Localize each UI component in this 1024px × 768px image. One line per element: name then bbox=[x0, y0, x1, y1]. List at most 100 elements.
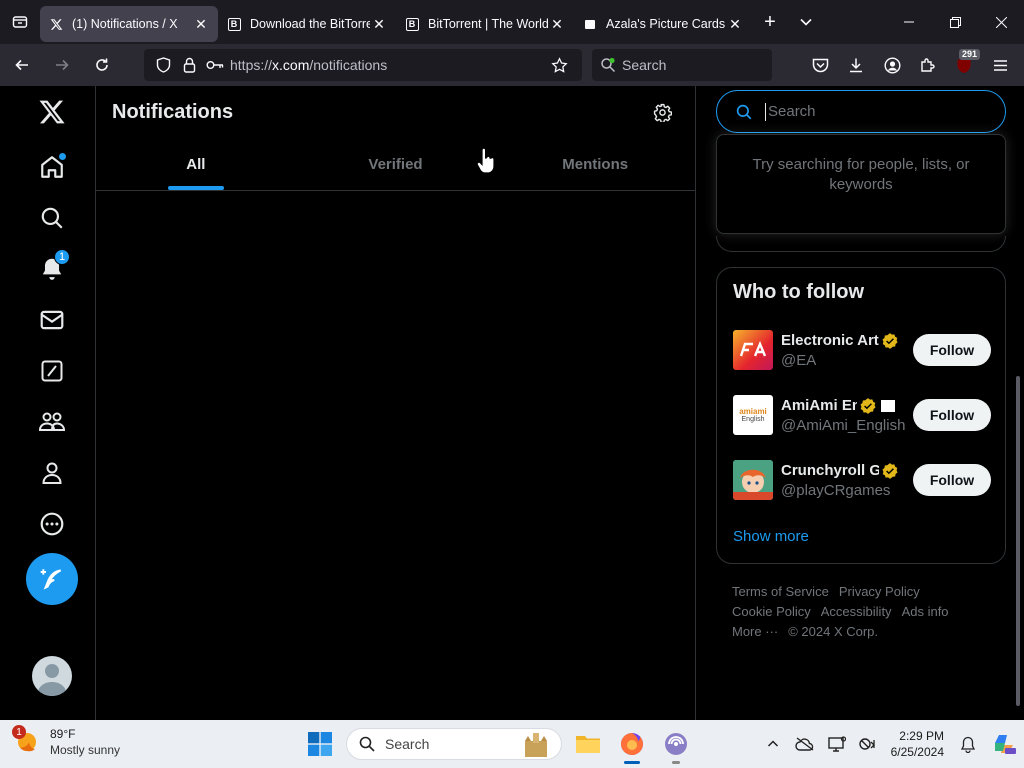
taskbar-search-label: Search bbox=[385, 736, 430, 752]
onedrive-button[interactable] bbox=[789, 724, 821, 764]
extensions-button[interactable] bbox=[910, 49, 946, 81]
forward-button[interactable] bbox=[44, 49, 80, 81]
browser-tab-bittorrent-download[interactable]: B Download the BitTorrent ✕ bbox=[218, 6, 396, 42]
notifications-header: Notifications bbox=[96, 86, 695, 138]
show-hidden-icons-button[interactable] bbox=[757, 724, 789, 764]
close-tab-icon[interactable]: ✕ bbox=[726, 15, 744, 33]
gold-verified-badge-icon bbox=[882, 332, 898, 349]
feather-plus-icon bbox=[40, 569, 62, 590]
taskbar-firefox[interactable] bbox=[616, 728, 648, 764]
taskbar-bittorrent[interactable] bbox=[660, 728, 692, 764]
copilot-icon bbox=[995, 735, 1016, 754]
pocket-button[interactable] bbox=[802, 49, 838, 81]
nav-explore[interactable] bbox=[26, 192, 78, 244]
nav-more[interactable] bbox=[26, 498, 78, 550]
account-button[interactable] bbox=[874, 49, 910, 81]
partly-sunny-icon: 1 bbox=[12, 725, 40, 755]
show-more-link[interactable]: Show more bbox=[733, 528, 809, 545]
tab-all[interactable]: All bbox=[96, 138, 296, 190]
taskbar-clock[interactable]: 2:29 PM 6/25/2024 bbox=[885, 728, 952, 760]
unread-dot bbox=[59, 153, 66, 160]
lock-icon[interactable] bbox=[178, 57, 200, 73]
nav-messages[interactable] bbox=[26, 294, 78, 346]
app-menu-button[interactable] bbox=[982, 49, 1018, 81]
reload-button[interactable] bbox=[84, 49, 120, 81]
downloads-button[interactable] bbox=[838, 49, 874, 81]
nav-notifications[interactable]: 1 bbox=[26, 243, 78, 295]
permissions-key-icon[interactable] bbox=[204, 59, 226, 71]
search-hint: Try searching for people, lists, or keyw… bbox=[752, 156, 970, 193]
follow-suggestion-item[interactable]: amiami English AmiAmi English @AmiAmi_En… bbox=[733, 393, 991, 437]
display-settings-button[interactable] bbox=[821, 724, 853, 764]
notification-center-button[interactable] bbox=[952, 724, 984, 764]
footer-link-terms[interactable]: Terms of Service bbox=[732, 584, 829, 599]
follow-button[interactable]: Follow bbox=[913, 464, 991, 496]
network-off-icon bbox=[858, 738, 875, 750]
copilot-button[interactable] bbox=[984, 724, 1024, 764]
close-tab-icon[interactable]: ✕ bbox=[548, 15, 566, 33]
start-button[interactable] bbox=[308, 732, 332, 756]
search-input[interactable] bbox=[768, 103, 968, 120]
chevron-down-icon bbox=[800, 18, 812, 26]
search-icon bbox=[735, 103, 753, 121]
account-name: Crunchyroll Games bbox=[781, 462, 879, 479]
footer-link-ads-info[interactable]: Ads info bbox=[902, 604, 949, 619]
nav-home[interactable] bbox=[26, 141, 78, 193]
hamburger-menu-icon bbox=[993, 59, 1007, 71]
new-tab-button[interactable]: + bbox=[752, 4, 788, 40]
follow-suggestion-item[interactable]: Crunchyroll Games @playCRgames Follow bbox=[733, 458, 991, 502]
post-button[interactable] bbox=[26, 553, 78, 605]
browser-tab-notifications[interactable]: (1) Notifications / X ✕ bbox=[40, 6, 218, 42]
network-volume-button[interactable] bbox=[853, 724, 885, 764]
follow-button[interactable]: Follow bbox=[913, 334, 991, 366]
extension-badge-count: 291 bbox=[958, 49, 980, 60]
x-home-logo-button[interactable] bbox=[26, 86, 78, 138]
bookmark-star-icon[interactable] bbox=[548, 56, 570, 74]
browser-search-bar[interactable]: Search bbox=[592, 49, 772, 81]
taskbar-file-explorer[interactable] bbox=[572, 728, 604, 760]
browser-tab-bittorrent-world[interactable]: B BitTorrent | The World's ✕ bbox=[396, 6, 574, 42]
browser-tab-azala[interactable]: Azala's Picture Cards O ✕ bbox=[574, 6, 752, 42]
close-tab-icon[interactable]: ✕ bbox=[192, 15, 210, 33]
page-scrollbar-thumb[interactable] bbox=[1016, 376, 1020, 706]
footer-link-more[interactable]: More ··· bbox=[732, 624, 778, 639]
communities-icon bbox=[38, 412, 66, 431]
footer-link-privacy[interactable]: Privacy Policy bbox=[839, 584, 920, 599]
reload-icon bbox=[96, 58, 108, 71]
search-box[interactable] bbox=[716, 90, 1006, 133]
taskbar-search[interactable]: Search bbox=[346, 728, 562, 760]
weather-widget[interactable]: 1 89°F Mostly sunny bbox=[12, 725, 120, 758]
footer-link-cookie[interactable]: Cookie Policy bbox=[732, 604, 811, 619]
nav-communities[interactable] bbox=[26, 396, 78, 448]
account-switcher[interactable] bbox=[26, 650, 78, 702]
close-window-button[interactable] bbox=[978, 0, 1024, 44]
arrow-left-icon bbox=[15, 59, 28, 71]
notification-settings-button[interactable] bbox=[645, 95, 679, 129]
footer-link-accessibility[interactable]: Accessibility bbox=[821, 604, 892, 619]
minimize-button[interactable] bbox=[886, 0, 932, 44]
tab-verified[interactable]: Verified bbox=[296, 138, 496, 190]
tab-overview-button[interactable] bbox=[0, 0, 40, 44]
follow-button[interactable]: Follow bbox=[913, 399, 991, 431]
restore-icon bbox=[949, 16, 961, 28]
nav-grok[interactable] bbox=[26, 345, 78, 397]
address-bar[interactable]: https://x.com/notifications bbox=[144, 49, 582, 81]
tracking-shield-icon[interactable] bbox=[152, 57, 174, 73]
list-all-tabs-button[interactable] bbox=[788, 4, 824, 40]
tab-mentions[interactable]: Mentions bbox=[495, 138, 695, 190]
nav-profile[interactable] bbox=[26, 447, 78, 499]
url-text: https://x.com/notifications bbox=[230, 57, 388, 73]
follow-suggestion-item[interactable]: Electronic Arts @EA Follow bbox=[733, 328, 991, 372]
folder-icon bbox=[576, 736, 600, 753]
x-page: 1 Notifications All Verified Mentions Se… bbox=[0, 86, 1024, 720]
search-engine-icon bbox=[600, 57, 616, 73]
notification-tabs: All Verified Mentions bbox=[96, 138, 695, 191]
close-tab-icon[interactable]: ✕ bbox=[370, 15, 388, 33]
browser-toolbar-icons: 291 bbox=[802, 49, 1024, 81]
maximize-button[interactable] bbox=[932, 0, 978, 44]
bell-icon bbox=[960, 736, 976, 753]
ublock-extension-button[interactable]: 291 bbox=[946, 49, 982, 81]
plus-icon: + bbox=[764, 10, 776, 33]
picture-icon bbox=[582, 16, 598, 32]
back-button[interactable] bbox=[4, 49, 40, 81]
